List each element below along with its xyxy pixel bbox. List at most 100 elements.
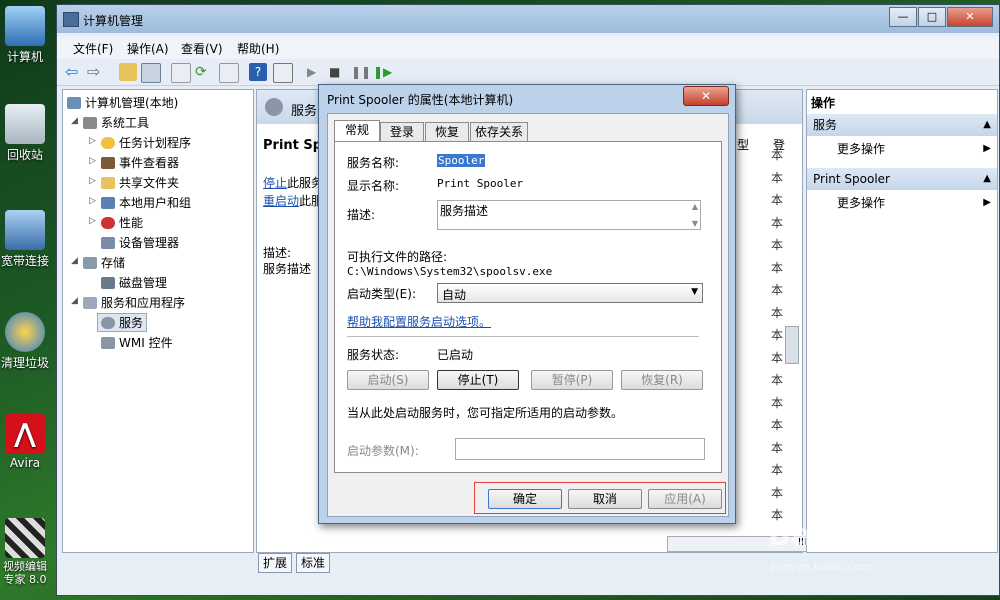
gear-icon (265, 98, 283, 116)
tree-root[interactable]: 计算机管理(本地) (67, 94, 178, 111)
help-icon[interactable]: ? (249, 63, 267, 81)
wmi-icon (101, 337, 115, 349)
scroll-down-icon[interactable]: ▼ (692, 219, 698, 228)
pause-service-icon[interactable]: ❚❚ (351, 63, 371, 81)
dialog-close-button[interactable]: ✕ (683, 86, 729, 106)
desktop-icon-computer[interactable]: 计算机 (0, 6, 50, 65)
desktop-icon-video-editor[interactable]: 视频编辑专家 8.0 (0, 518, 50, 586)
start-params-input[interactable] (455, 438, 705, 460)
apply-button[interactable]: 应用(A) (648, 489, 722, 509)
desktop-icon-broadband[interactable]: 宽带连接 (0, 210, 50, 269)
stop-service-icon[interactable]: ■ (329, 63, 347, 81)
properties-icon[interactable] (171, 63, 191, 83)
menu-file[interactable]: 文件(F) (73, 40, 113, 57)
desktop-icon-avira[interactable]: ⋀ Avira (0, 414, 50, 470)
tab-extended[interactable]: 扩展 (258, 553, 293, 573)
expand-arrow-icon[interactable]: ▷ (89, 136, 96, 146)
expand-arrow-icon[interactable]: ▷ (89, 196, 96, 206)
exe-path-value[interactable]: C:\Windows\System32\spoolsv.exe (347, 265, 552, 278)
menu-action[interactable]: 操作(A) (127, 40, 169, 57)
resume-button[interactable]: 恢复(R) (621, 370, 703, 390)
start-service-icon[interactable]: ▶ (307, 63, 325, 81)
menu-view[interactable]: 查看(V) (181, 40, 223, 57)
tree-item-services[interactable]: 服务 (97, 313, 148, 332)
expand-arrow-icon[interactable]: ▷ (89, 216, 96, 226)
collapse-arrow-icon[interactable]: ◢ (71, 116, 78, 126)
logon-cell: 本 (771, 148, 784, 162)
computer-management-icon (63, 12, 79, 27)
exe-path-label: 可执行文件的路径: (347, 250, 448, 264)
collapse-up-icon[interactable]: ▲ (983, 114, 991, 136)
collapse-arrow-icon[interactable]: ◢ (71, 296, 78, 306)
back-icon[interactable]: ⇦ (65, 63, 83, 81)
description-field[interactable]: 服务描述 ▲ ▼ (437, 200, 701, 230)
restart-service-icon[interactable]: ❚▶ (373, 63, 392, 81)
actions-group-services[interactable]: 服务 ▲ (807, 114, 997, 136)
expand-arrow-icon[interactable]: ▷ (89, 156, 96, 166)
tree-item-storage[interactable]: 存储 (83, 254, 125, 271)
collapse-up-icon[interactable]: ▲ (983, 168, 991, 190)
properties-dialog: Print Spooler 的属性(本地计算机) ✕ 常规 登录 恢复 依存关系… (318, 84, 736, 524)
show-hide-tree-icon[interactable] (141, 63, 161, 83)
up-folder-icon[interactable] (119, 63, 137, 81)
tab-dependencies[interactable]: 依存关系 (470, 122, 528, 141)
logon-cell: 本 (771, 193, 784, 207)
menu-help[interactable]: 帮助(H) (237, 40, 279, 57)
export-list-icon[interactable] (219, 63, 239, 83)
tab-recovery[interactable]: 恢复 (425, 122, 469, 141)
tab-logon[interactable]: 登录 (380, 122, 424, 141)
tab-general[interactable]: 常规 (334, 120, 380, 142)
tab-standard[interactable]: 标准 (296, 553, 331, 573)
tree-item-services-apps[interactable]: 服务和应用程序 (83, 294, 185, 311)
desktop-icon-cleaner[interactable]: 清理垃圾 (0, 312, 50, 371)
desktop-icon-label: 宽带连接 (0, 254, 49, 268)
computer-icon (5, 6, 45, 46)
maximize-button[interactable]: □ (918, 7, 946, 27)
expand-arrow-icon[interactable]: ▷ (89, 176, 96, 186)
tree-item-label: 任务计划程序 (119, 136, 192, 150)
tree-item-disk-management[interactable]: 磁盘管理 (101, 274, 167, 291)
tree-item-wmi[interactable]: WMI 控件 (101, 334, 173, 351)
display-name-label: 显示名称: (347, 179, 400, 193)
tree-item-performance[interactable]: 性能 (101, 214, 143, 231)
tree-item-label: 服务 (119, 316, 144, 330)
refresh-icon[interactable]: ⟳ (195, 63, 213, 81)
scroll-up-icon[interactable]: ▲ (692, 202, 698, 211)
restart-service-link[interactable]: 重启动 (263, 194, 299, 208)
more-actions-item[interactable]: 更多操作 ▶ (807, 138, 997, 160)
tree-item-system-tools[interactable]: 系统工具 (83, 114, 149, 131)
logon-cell: 本 (771, 485, 784, 500)
tree-item-shared-folders[interactable]: 共享文件夹 (101, 174, 179, 191)
service-name-value[interactable]: Spooler (437, 154, 486, 167)
divider (347, 336, 699, 337)
toolbar: ⇦ ⇨ ⟳ ? ▶ ■ ❚❚ ❚▶ (57, 59, 999, 86)
show-actions-icon[interactable] (273, 63, 293, 83)
more-actions-item[interactable]: 更多操作 ▶ (807, 192, 997, 214)
tree-item-event-viewer[interactable]: 事件查看器 (101, 154, 179, 171)
minimize-button[interactable]: — (889, 7, 917, 27)
vertical-scrollbar-thumb[interactable] (785, 326, 799, 364)
start-button[interactable]: 启动(S) (347, 370, 429, 390)
tree-item-local-users[interactable]: 本地用户和组 (101, 194, 191, 211)
clock-icon (101, 137, 115, 149)
tree-item-device-manager[interactable]: 设备管理器 (101, 234, 179, 251)
stop-service-link[interactable]: 停止 (263, 176, 287, 190)
close-button[interactable]: ✕ (947, 7, 993, 27)
tree-item-task-scheduler[interactable]: 任务计划程序 (101, 134, 191, 151)
title-bar[interactable]: 计算机管理 — □ ✕ (57, 5, 999, 33)
ok-button[interactable]: 确定 (488, 489, 562, 509)
forward-icon[interactable]: ⇨ (87, 63, 105, 81)
desktop-icon-label: 计算机 (6, 50, 43, 64)
cancel-button[interactable]: 取消 (568, 489, 642, 509)
collapse-arrow-icon[interactable]: ◢ (71, 256, 78, 266)
column-header-type[interactable]: 型 (737, 136, 749, 153)
stop-button[interactable]: 停止(T) (437, 370, 519, 390)
pause-button[interactable]: 暂停(P) (531, 370, 613, 390)
desktop-icon-recycle-bin[interactable]: 回收站 (0, 104, 50, 163)
startup-type-select[interactable]: 自动 ▼ (437, 283, 703, 303)
help-configure-link[interactable]: 帮助我配置服务启动选项。 (347, 313, 491, 330)
restart-service-line: 重启动此服 (263, 192, 323, 209)
display-name-value[interactable]: Print Spooler (437, 177, 523, 190)
logon-cell: 本 (771, 238, 784, 252)
actions-group-print-spooler[interactable]: Print Spooler ▲ (807, 168, 997, 190)
